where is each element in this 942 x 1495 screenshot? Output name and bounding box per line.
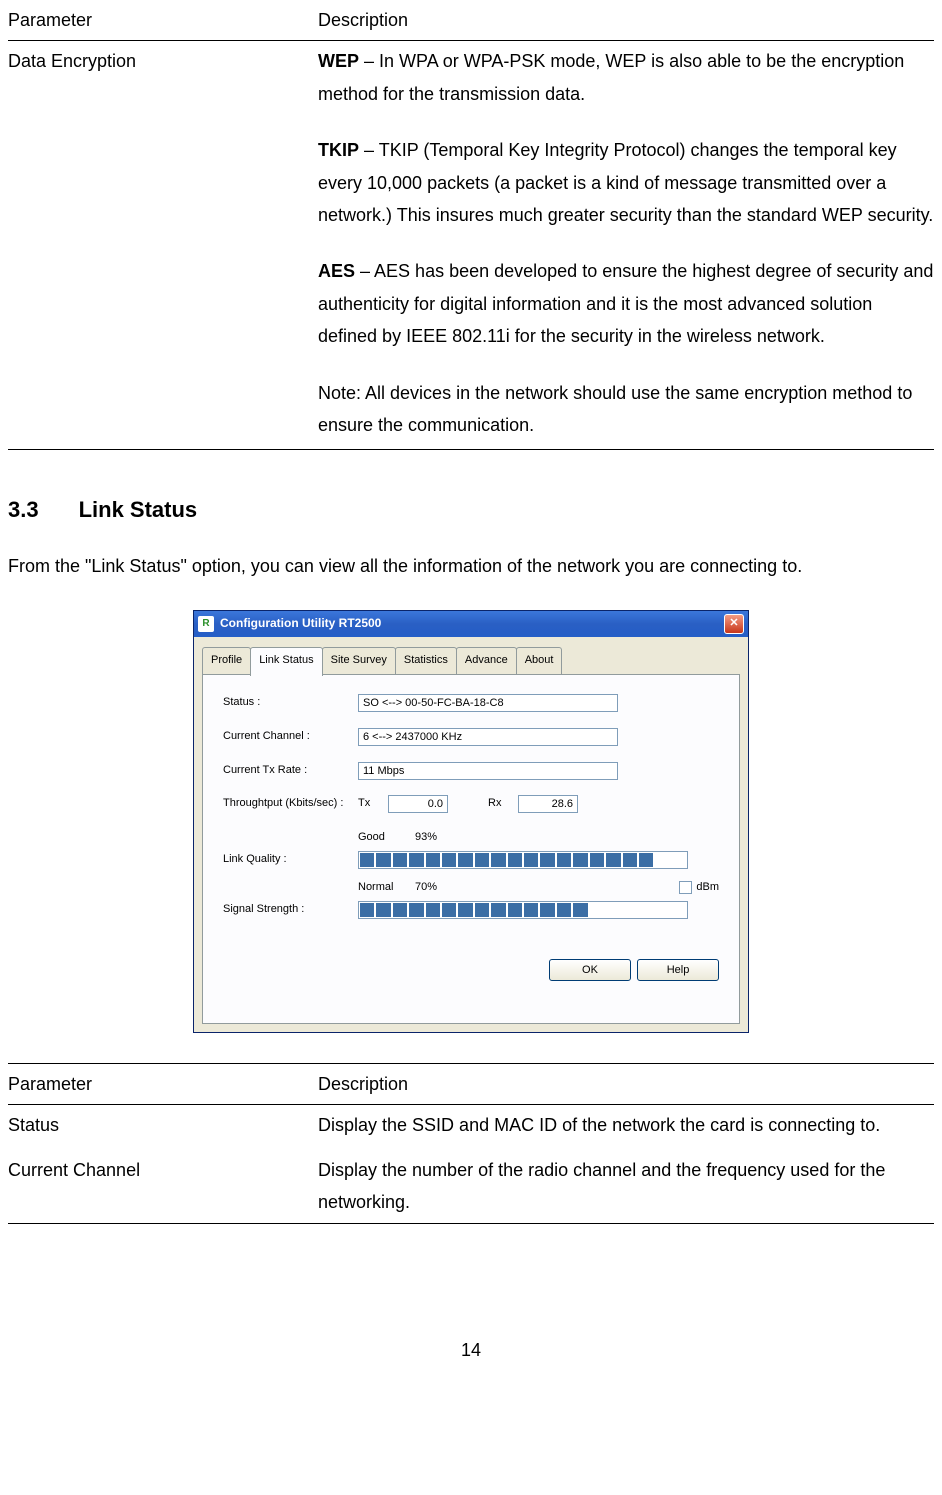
label-dbm: dBm: [696, 878, 719, 898]
signal-pct: 70%: [415, 878, 437, 898]
aes-text: – AES has been developed to ensure the h…: [318, 261, 933, 346]
tkip-text: – TKIP (Temporal Key Integrity Protocol)…: [318, 140, 933, 225]
table2-desc-status: Display the SSID and MAC ID of the netwo…: [318, 1105, 934, 1150]
app-icon: R: [198, 616, 214, 632]
table1-header-parameter: Parameter: [8, 0, 318, 41]
link-quality-pct: 93%: [415, 828, 437, 848]
label-status: Status :: [223, 693, 358, 713]
label-tx: Tx: [358, 794, 378, 814]
section-heading: 3.3 Link Status: [8, 490, 934, 530]
tab-profile[interactable]: Profile: [202, 647, 251, 674]
tabs: Profile Link Status Site Survey Statisti…: [202, 647, 740, 674]
tab-about[interactable]: About: [516, 647, 563, 674]
label-link-quality: Link Quality :: [223, 850, 358, 870]
tab-site-survey[interactable]: Site Survey: [322, 647, 396, 674]
close-icon[interactable]: ✕: [724, 614, 744, 634]
table2-param-channel: Current Channel: [8, 1150, 318, 1223]
link-quality-bar: [358, 851, 688, 869]
tab-statistics[interactable]: Statistics: [395, 647, 457, 674]
tab-link-status[interactable]: Link Status: [250, 647, 322, 676]
screenshot-container: R Configuration Utility RT2500 ✕ Profile…: [8, 610, 934, 1033]
table1-desc-data-encryption: WEP – In WPA or WPA-PSK mode, WEP is als…: [318, 41, 934, 450]
table2-desc-channel: Display the number of the radio channel …: [318, 1150, 934, 1223]
label-throughput: Throughtput (Kbits/sec) :: [223, 794, 358, 814]
signal-strength-bar: [358, 901, 688, 919]
table2-header-description: Description: [318, 1064, 934, 1105]
tab-panel: Status : Current Channel : Current Tx Ra…: [202, 674, 740, 1024]
table2-param-status: Status: [8, 1105, 318, 1150]
table1-param-data-encryption: Data Encryption: [8, 41, 318, 450]
rx-value-field[interactable]: [518, 795, 578, 813]
label-tx-rate: Current Tx Rate :: [223, 761, 358, 781]
help-button[interactable]: Help: [637, 959, 719, 981]
aes-label: AES: [318, 261, 355, 281]
parameter-table-1: Parameter Description Data Encryption WE…: [8, 0, 934, 450]
label-rx: Rx: [488, 794, 508, 814]
table2-header-parameter: Parameter: [8, 1064, 318, 1105]
tx-value-field[interactable]: [388, 795, 448, 813]
window-title: Configuration Utility RT2500: [220, 613, 381, 635]
titlebar[interactable]: R Configuration Utility RT2500 ✕: [194, 611, 748, 637]
wep-text: – In WPA or WPA-PSK mode, WEP is also ab…: [318, 51, 904, 103]
note-text: Note: All devices in the network should …: [318, 377, 934, 442]
tx-rate-field[interactable]: [358, 762, 618, 780]
config-utility-window: R Configuration Utility RT2500 ✕ Profile…: [193, 610, 749, 1033]
channel-field[interactable]: [358, 728, 618, 746]
section-title: Link Status: [79, 497, 198, 522]
section-number: 3.3: [8, 490, 39, 530]
link-quality-word: Good: [358, 828, 403, 848]
page-number: 14: [8, 1334, 934, 1366]
dbm-checkbox[interactable]: [679, 881, 692, 894]
table1-header-description: Description: [318, 0, 934, 41]
ok-button[interactable]: OK: [549, 959, 631, 981]
tab-advance[interactable]: Advance: [456, 647, 517, 674]
label-signal-strength: Signal Strength :: [223, 900, 358, 920]
wep-label: WEP: [318, 51, 359, 71]
parameter-table-2: Parameter Description Status Display the…: [8, 1063, 934, 1224]
tkip-label: TKIP: [318, 140, 359, 160]
status-field[interactable]: [358, 694, 618, 712]
label-current-channel: Current Channel :: [223, 727, 358, 747]
signal-word: Normal: [358, 878, 403, 898]
section-intro: From the "Link Status" option, you can v…: [8, 550, 934, 582]
